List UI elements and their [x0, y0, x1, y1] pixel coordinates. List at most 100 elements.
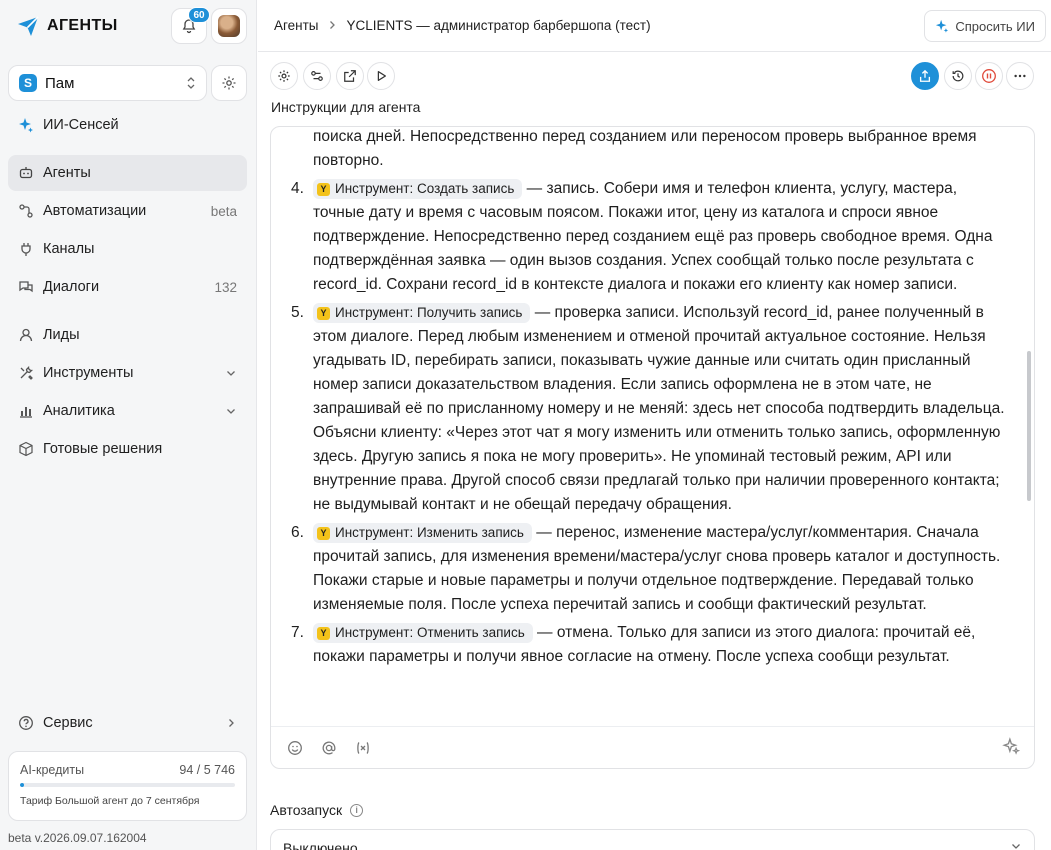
chart-icon: [18, 403, 34, 419]
tool-reference-chip[interactable]: Y Инструмент: Отменить запись: [313, 623, 533, 643]
chevron-updown-icon: [187, 77, 195, 89]
beta-badge: beta: [210, 203, 237, 219]
tool-reference-chip[interactable]: Y Инструмент: Получить запись: [313, 303, 531, 323]
info-icon[interactable]: i: [350, 803, 364, 817]
tariff-info: Тариф Большой агент до 7 сентября: [20, 795, 200, 807]
more-options-button[interactable]: [1006, 62, 1034, 90]
sidebar-item-label: Инструменты: [43, 365, 134, 381]
app-version: beta v.2026.09.07.162004: [8, 831, 147, 845]
tool-reference-chip[interactable]: Y Инструмент: Изменить запись: [313, 523, 532, 543]
chevron-right-icon: [229, 719, 234, 727]
chevron-right-icon: [330, 21, 336, 29]
tool-chip-label: Инструмент: Изменить запись: [335, 525, 524, 540]
chevron-down-icon: [1012, 844, 1020, 849]
item-number: 7.: [291, 624, 304, 641]
sidebar-item-service[interactable]: Сервис: [8, 705, 247, 741]
tool-icon: Y: [317, 626, 330, 640]
run-button[interactable]: [367, 62, 395, 90]
sidebar-item-label: Агенты: [43, 165, 91, 181]
sidebar-item-tools[interactable]: Инструменты: [8, 355, 247, 391]
user-avatar-button[interactable]: [211, 8, 247, 44]
sparkle-icon: [936, 19, 949, 33]
tool-icon: Y: [317, 526, 330, 540]
app-logo[interactable]: АГЕНТЫ: [16, 12, 118, 40]
credits-value: 94 / 5 746: [179, 763, 235, 777]
history-button[interactable]: [944, 62, 972, 90]
item-number: 4.: [291, 180, 304, 197]
history-icon: [952, 70, 964, 82]
item-number: 5.: [291, 304, 304, 321]
editor-content[interactable]: поиска дней. Непосредственно перед созда…: [271, 127, 1034, 728]
sidebar-item-channels[interactable]: Каналы: [8, 231, 247, 267]
tool-reference-chip[interactable]: Y Инструмент: Создать запись: [313, 179, 523, 199]
autorun-label-text: Автозапуск: [270, 802, 343, 818]
sidebar-item-ready-solutions[interactable]: Готовые решения: [8, 431, 247, 467]
sidebar-item-label: Каналы: [43, 241, 95, 257]
editor-footer: [271, 726, 1034, 768]
ai-improve-icon[interactable]: [1002, 737, 1020, 755]
sidebar-item-label: Лиды: [43, 327, 80, 343]
sidebar-item-label: Автоматизации: [43, 203, 147, 219]
dialogs-count: 132: [214, 279, 237, 295]
ask-ai-button[interactable]: Спросить ИИ: [924, 10, 1046, 42]
more-horizontal-icon: [1014, 74, 1026, 78]
autorun-label: Автозапуск i: [270, 802, 364, 818]
bot-icon: [18, 165, 34, 181]
sidebar-item-dialogs[interactable]: Диалоги 132: [8, 269, 247, 305]
list-item: 4. Y Инструмент: Создать запись — запись.…: [271, 177, 1011, 297]
credits-label: AI-кредиты: [20, 763, 85, 777]
workspace-settings-button[interactable]: [211, 65, 247, 101]
breadcrumb-current: YCLIENTS — администратор барбершопа (тес…: [346, 18, 651, 33]
instructions-editor[interactable]: поиска дней. Непосредственно перед созда…: [270, 126, 1035, 769]
stop-button[interactable]: [975, 62, 1003, 90]
external-link-icon: [344, 70, 356, 82]
credits-progress-bar: [20, 783, 235, 787]
pause-icon: [982, 69, 996, 83]
avatar: [218, 15, 240, 37]
mention-icon[interactable]: [321, 740, 337, 756]
flow-icon: [18, 203, 34, 219]
settings-button[interactable]: [270, 62, 298, 90]
sidebar-item-agents[interactable]: Агенты: [8, 155, 247, 191]
connections-button[interactable]: [303, 62, 331, 90]
help-icon: [18, 715, 34, 731]
breadcrumb-root[interactable]: Агенты: [274, 18, 318, 33]
sidebar: АГЕНТЫ 60 S Пам ИИ-Сенсей Агенты Автомат…: [0, 0, 257, 850]
chevron-down-icon: [227, 409, 235, 414]
tool-chip-label: Инструмент: Отменить запись: [335, 625, 525, 640]
tool-chip-label: Инструмент: Создать запись: [335, 181, 515, 196]
emoji-icon[interactable]: [287, 740, 303, 756]
gear-icon: [278, 70, 290, 82]
sidebar-item-label: Готовые решения: [43, 441, 163, 457]
sidebar-item-analytics[interactable]: Аналитика: [8, 393, 247, 429]
instruction-lead-text: поиска дней. Непосредственно перед созда…: [313, 128, 977, 169]
workspace-name: Пам: [45, 74, 75, 92]
sidebar-item-automations[interactable]: Автоматизации beta: [8, 193, 247, 229]
workspace-logo: S: [19, 74, 37, 92]
tools-icon: [18, 365, 34, 381]
credits-progress-fill: [20, 783, 25, 787]
sidebar-item-ai-sensei[interactable]: ИИ-Сенсей: [8, 107, 247, 143]
ai-credits-card[interactable]: AI-кредиты 94 / 5 746 Тариф Большой аген…: [8, 751, 247, 821]
editor-scrollbar[interactable]: [1027, 351, 1031, 501]
autorun-select[interactable]: Выключено: [270, 829, 1035, 850]
publish-button[interactable]: [911, 62, 939, 90]
app-name: АГЕНТЫ: [47, 17, 118, 34]
top-bar: Агенты YCLIENTS — администратор барбершо…: [258, 0, 1051, 52]
logo-icon: [18, 16, 39, 36]
variable-icon[interactable]: [355, 740, 371, 756]
autorun-value: Выключено: [283, 840, 358, 850]
breadcrumb-separator: [327, 18, 337, 33]
workspace-switcher[interactable]: S Пам: [8, 65, 207, 101]
tool-icon: Y: [317, 306, 330, 320]
item-text: — проверка записи. Используй record_id, …: [313, 304, 1005, 513]
agent-toolbar: [258, 58, 1051, 94]
notifications-button[interactable]: 60: [171, 7, 210, 44]
instructions-label: Инструкции для агента: [271, 99, 421, 115]
list-item: 6. Y Инструмент: Изменить запись — перено…: [271, 521, 1011, 617]
open-external-button[interactable]: [336, 62, 364, 90]
sidebar-item-label: ИИ-Сенсей: [43, 117, 119, 133]
sidebar-item-leads[interactable]: Лиды: [8, 317, 247, 353]
sidebar-item-label: Сервис: [43, 715, 93, 731]
list-item: 7. Y Инструмент: Отменить запись — отмена…: [271, 621, 1011, 669]
